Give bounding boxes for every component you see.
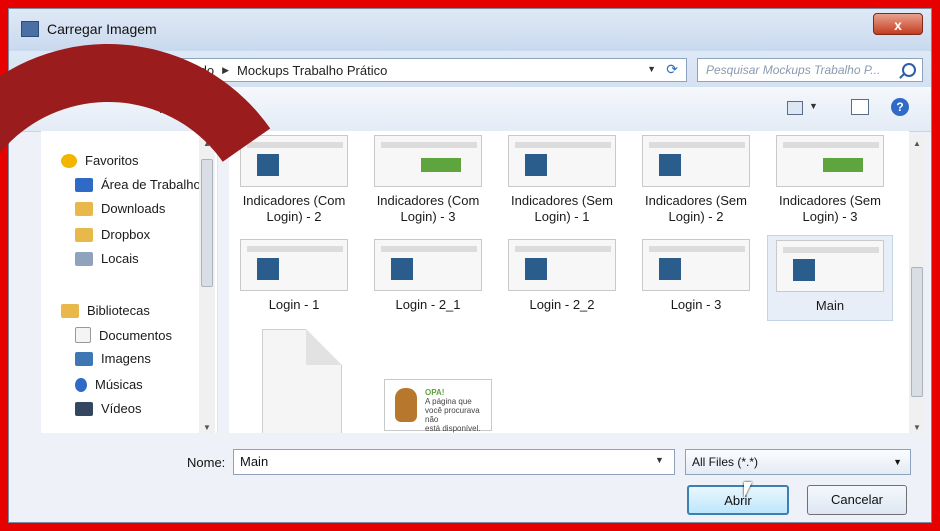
chevron-down-icon: ▼ <box>893 457 902 467</box>
help-icon[interactable]: ? <box>891 98 909 116</box>
app-icon <box>21 21 39 37</box>
file-thumbnail <box>374 135 482 187</box>
address-dropdown-icon[interactable]: ▼ <box>647 64 656 74</box>
open-button[interactable]: Abrir <box>687 485 789 515</box>
file-thumbnail <box>374 239 482 291</box>
preview-pane-icon[interactable] <box>851 99 869 115</box>
search-placeholder: Pesquisar Mockups Trabalho P... <box>706 63 881 77</box>
close-button[interactable]: x <box>873 13 923 35</box>
file-item[interactable]: Login - 2_1 <box>365 239 491 313</box>
file-thumbnail: OPA! A página que você procurava não est… <box>384 379 492 433</box>
file-list-scroll-thumb[interactable] <box>911 267 923 397</box>
file-item[interactable]: Login - 3 <box>633 239 759 313</box>
file-item[interactable]: Indicadores (Sem Login) - 1 <box>499 135 625 225</box>
file-item-selected[interactable]: Main <box>767 235 893 321</box>
file-item[interactable]: OPA! A página que você procurava não est… <box>375 379 501 433</box>
scroll-down-icon[interactable]: ▼ <box>913 423 921 432</box>
file-thumbnail <box>642 239 750 291</box>
file-type-select[interactable]: All Files (*.*) ▼ <box>685 449 911 475</box>
dog-image <box>395 388 417 422</box>
title-bar: Carregar Imagem x <box>9 9 931 51</box>
file-name-dropdown-icon[interactable]: ▼ <box>655 455 664 465</box>
file-item[interactable]: Indicadores (Sem Login) - 2 <box>633 135 759 225</box>
refresh-icon[interactable]: ⟳ <box>666 61 678 78</box>
mouse-cursor-icon <box>744 482 752 498</box>
scroll-down-icon[interactable]: ▼ <box>203 423 211 432</box>
file-item[interactable]: Indicadores (Com Login) - 3 <box>365 135 491 225</box>
dialog-title: Carregar Imagem <box>47 21 157 37</box>
file-thumbnail <box>508 135 616 187</box>
file-thumbnail <box>776 135 884 187</box>
file-thumbnail <box>642 135 750 187</box>
cancel-button[interactable]: Cancelar <box>807 485 907 515</box>
breadcrumb-mockups[interactable]: Mockups Trabalho Prático <box>237 63 387 78</box>
file-thumbnail <box>508 239 616 291</box>
search-input[interactable]: Pesquisar Mockups Trabalho P... <box>697 58 923 82</box>
file-thumbnail <box>776 240 884 292</box>
search-icon[interactable] <box>902 63 916 77</box>
file-name-label: Nome: <box>187 455 226 470</box>
file-list: Indicadores (Com Login) - 2 Indicadores … <box>229 131 909 435</box>
scroll-up-icon[interactable]: ▲ <box>913 139 921 148</box>
dialog-footer: Nome: Main ▼ All Files (*.*) ▼ Abrir Can… <box>9 433 931 522</box>
file-item[interactable]: Indicadores (Sem Login) - 3 <box>767 135 893 225</box>
view-dropdown-icon[interactable]: ▼ <box>809 101 818 111</box>
file-name-input[interactable]: Main <box>233 449 675 475</box>
view-options-icon[interactable] <box>787 101 803 115</box>
file-list-scrollbar[interactable]: ▲ ▼ <box>909 135 925 435</box>
breadcrumb-arrow-icon: ▶ <box>222 64 230 75</box>
file-item[interactable]: Login - 2_2 <box>499 239 625 313</box>
